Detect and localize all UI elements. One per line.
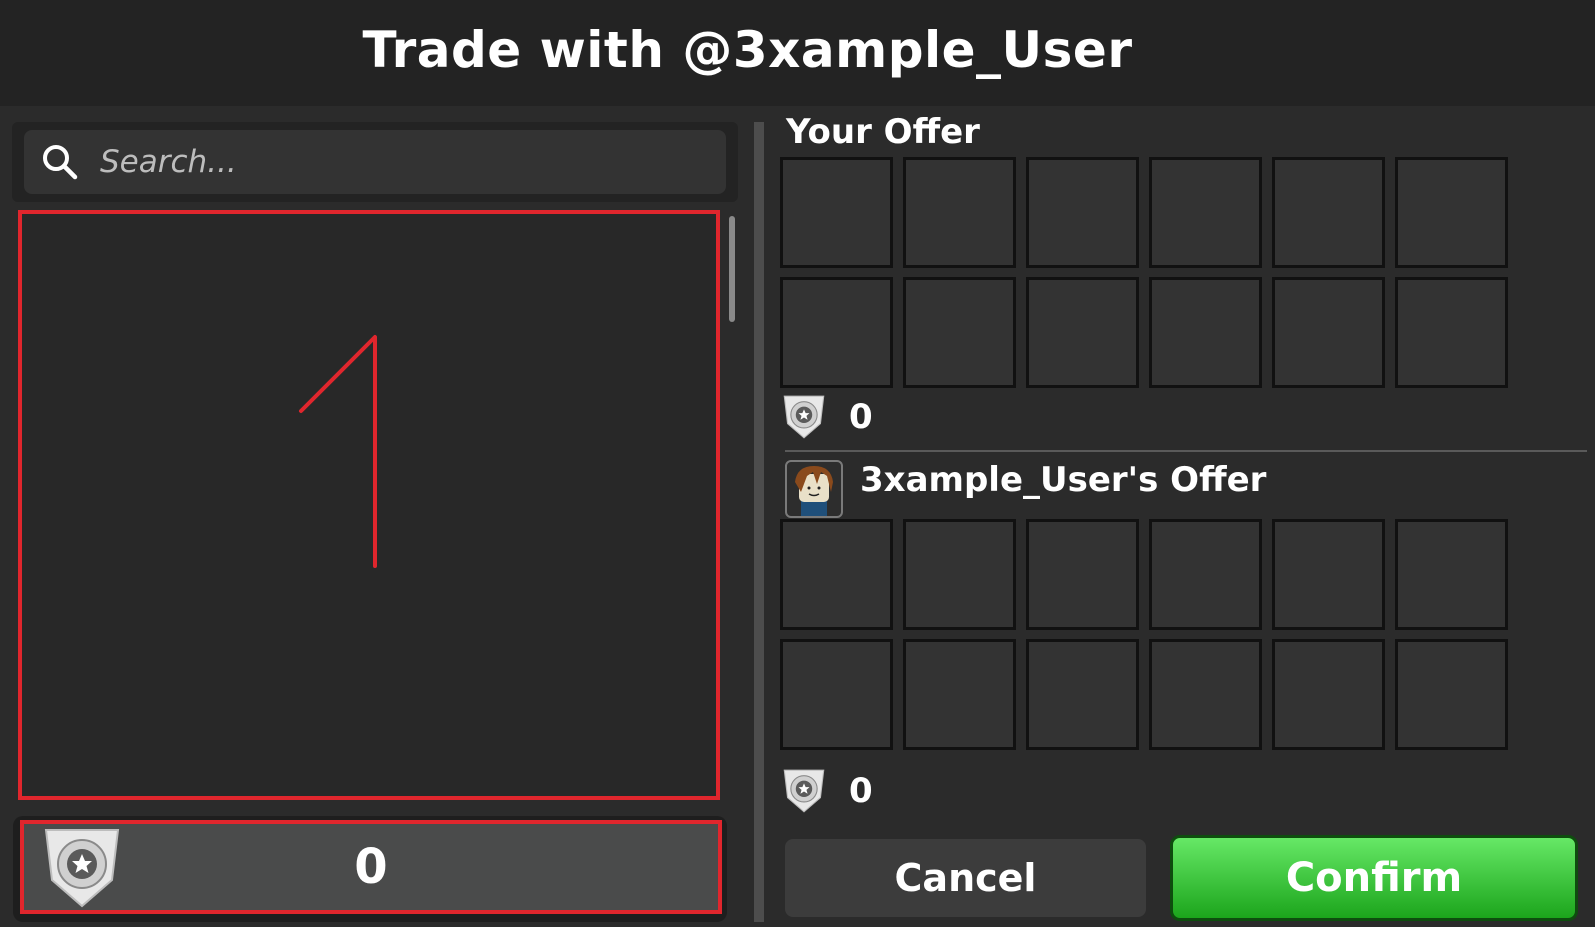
offer-slot[interactable] [780,519,893,630]
currency-amount: 0 [354,839,388,895]
trade-window: 0 Your Offer 0 [0,106,1595,927]
currency-input-bar[interactable]: 0 [20,820,722,914]
your-offer-currency: 0 [781,394,873,440]
offer-slot[interactable] [1395,519,1508,630]
offer-slot[interactable] [780,639,893,750]
annotation-number-1 [299,335,377,568]
offer-slot[interactable] [1272,639,1385,750]
offer-slot[interactable] [780,277,893,388]
offer-slot[interactable] [1149,639,1262,750]
offer-slot[interactable] [1026,639,1139,750]
panel-divider [754,122,764,922]
offer-slot[interactable] [1272,277,1385,388]
offer-slot[interactable] [1149,157,1262,268]
offer-slot[interactable] [780,157,893,268]
offer-slot[interactable] [903,277,1016,388]
offer-slot[interactable] [1395,277,1508,388]
inventory-scrollbar[interactable] [729,216,735,322]
offer-slot[interactable] [1026,277,1139,388]
avatar-icon [785,460,843,518]
their-offer-title: 3xample_User's Offer [860,460,1267,500]
your-offer-title: Your Offer [786,112,980,152]
confirm-button[interactable]: Confirm [1170,835,1578,921]
offer-slot[interactable] [903,639,1016,750]
offer-slot[interactable] [1272,157,1385,268]
search-input[interactable] [100,144,660,180]
page-title: Trade with @3xample_User [362,21,1133,79]
their-offer-grid [780,519,1508,750]
offer-slot[interactable] [903,157,1016,268]
offer-slot[interactable] [1026,519,1139,630]
search-icon [43,145,78,180]
your-offer-amount: 0 [849,397,873,437]
badge-icon [783,769,825,813]
badge-icon [783,395,825,439]
offer-slot[interactable] [1395,157,1508,268]
offer-slot[interactable] [1395,639,1508,750]
search-container [12,122,738,202]
search-box[interactable] [24,130,726,194]
trade-header: Trade with @3xample_User [0,0,1595,106]
their-offer-currency: 0 [781,768,873,814]
offer-slot[interactable] [903,519,1016,630]
your-offer-grid [780,157,1508,388]
offer-divider [785,450,1587,452]
their-offer-amount: 0 [849,771,873,811]
offer-slot[interactable] [1026,157,1139,268]
offer-slot[interactable] [1149,519,1262,630]
cancel-button[interactable]: Cancel [785,839,1146,917]
avatar-image [795,466,833,516]
offer-slot[interactable] [1149,277,1262,388]
inventory-grid[interactable] [18,210,720,800]
offer-slot[interactable] [1272,519,1385,630]
